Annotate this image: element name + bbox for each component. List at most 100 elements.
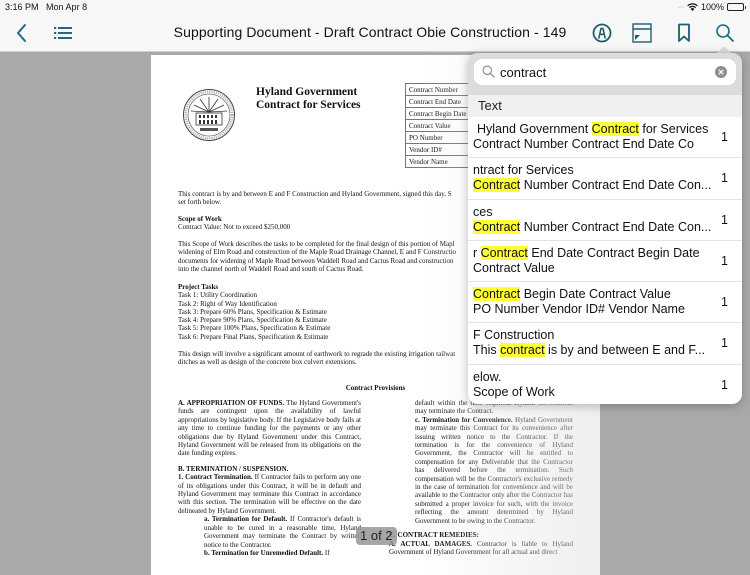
document-title: Supporting Document - Draft Contract Obi… xyxy=(173,24,567,40)
result-snippet-line: Contract Begin Date Contract Value xyxy=(473,287,712,302)
search-popover: Text Hyland Government Contract for Serv… xyxy=(468,53,742,404)
result-page-number: 1 xyxy=(721,253,728,268)
field-row: Contract End Date xyxy=(405,95,476,108)
result-snippet-line: Scope of Work xyxy=(473,385,712,400)
field-label: Contract End Date xyxy=(405,95,476,108)
search-bar xyxy=(468,53,742,95)
close-icon xyxy=(718,69,724,75)
snippet-text: for Services xyxy=(638,122,709,136)
chevron-left-icon xyxy=(17,24,26,42)
result-snippet-line: Contract Number Contract End Date Con... xyxy=(473,178,712,193)
result-snippet-line: Contract Number Contract End Date Co xyxy=(473,137,712,152)
result-snippet-line: ntract for Services xyxy=(473,163,712,178)
result-snippet-line: r Contract End Date Contract Begin Date xyxy=(473,245,712,261)
snippet-text: Number Contract End Date Con... xyxy=(520,178,712,193)
result-page-number: 1 xyxy=(721,336,728,351)
search-field[interactable] xyxy=(474,59,736,85)
pen-circle-icon xyxy=(592,23,612,43)
snippet-text: Begin Date Contract Value xyxy=(520,287,671,302)
document-heading: Hyland Government Contract for Services xyxy=(256,86,361,111)
snippet-text: PO Number Vendor ID# Vendor Name xyxy=(473,302,685,317)
page-layout-button[interactable] xyxy=(630,21,654,45)
result-page-number: 1 xyxy=(721,171,728,186)
field-label: PO Number xyxy=(405,131,476,144)
search-input[interactable] xyxy=(500,64,700,80)
provisions-right-column: default within the time required, Hyland… xyxy=(389,399,573,556)
result-snippet-line: Contract Value xyxy=(473,261,712,276)
snippet-text: This xyxy=(473,343,501,358)
provisions-left-column: A. APPROPRIATION OF FUNDS. The Hyland Go… xyxy=(178,399,362,557)
battery-percent: 100% xyxy=(700,2,724,12)
snippet-text: r xyxy=(473,245,481,260)
status-right: ····· 100% xyxy=(677,2,746,12)
field-row: Contract Begin Date xyxy=(405,107,476,120)
snippet-text: Scope of Work xyxy=(473,384,555,399)
match-highlight: Contract xyxy=(591,122,639,136)
annotate-button[interactable] xyxy=(590,21,614,45)
result-snippet-line: This contract is by and between E and F.… xyxy=(473,343,712,358)
list-icon xyxy=(54,27,72,39)
status-time: 3:16 PM Mon Apr 8 xyxy=(5,2,88,12)
clear-search-button[interactable] xyxy=(715,66,727,78)
field-label: Contract Begin Date xyxy=(405,107,476,120)
result-page-number: 1 xyxy=(721,130,728,144)
field-row: Contract Value xyxy=(405,119,476,132)
field-label: Vendor ID# xyxy=(405,143,476,156)
field-label: Contract Value xyxy=(405,119,476,132)
bookmark-button[interactable] xyxy=(672,21,696,45)
result-page-number: 1 xyxy=(721,295,728,310)
result-page-number: 1 xyxy=(721,377,728,392)
field-row: PO Number xyxy=(405,131,476,144)
search-result-item[interactable]: elow. Scope of Work 1 xyxy=(468,365,742,404)
field-row: Contract Number xyxy=(405,83,476,96)
match-highlight: Contract xyxy=(473,219,521,234)
field-label: Contract Number xyxy=(405,83,476,96)
snippet-text: Contract Number Contract End Date Co xyxy=(473,137,694,151)
match-highlight: contract xyxy=(500,343,545,358)
snippet-text: Number Contract End Date Con... xyxy=(520,219,712,234)
match-highlight: Contract xyxy=(473,287,521,302)
search-results-list: Hyland Government Contract for Services C… xyxy=(468,117,742,404)
table-of-contents-button[interactable] xyxy=(51,21,75,45)
snippet-text: ntract for Services xyxy=(473,163,574,178)
results-section-header: Text xyxy=(468,95,742,117)
search-result-item[interactable]: F Construction This contract is by and be… xyxy=(468,323,742,365)
snippet-text: Contract Value xyxy=(473,260,555,275)
snippet-text: Hyland Government xyxy=(477,122,592,136)
result-snippet-line: F Construction xyxy=(473,328,712,343)
back-button[interactable] xyxy=(10,21,34,45)
search-result-item[interactable]: ces Contract Number Contract End Date Con… xyxy=(468,200,742,241)
result-snippet-line: ces xyxy=(473,205,712,220)
snippet-text: ces xyxy=(473,204,493,219)
snippet-text: elow. xyxy=(473,369,502,384)
battery-icon xyxy=(727,3,746,11)
cell-signal-icon: ····· xyxy=(677,3,685,11)
result-snippet-line: Contract Number Contract End Date Con... xyxy=(473,219,712,235)
result-snippet-line: Hyland Government Contract for Services xyxy=(473,122,712,137)
result-snippet-line: PO Number Vendor ID# Vendor Name xyxy=(473,302,712,317)
wifi-icon xyxy=(687,3,698,11)
result-snippet-line: elow. xyxy=(473,370,712,385)
search-icon xyxy=(482,65,495,78)
page-layout-icon xyxy=(632,23,652,43)
county-seal-logo xyxy=(183,89,235,141)
contract-fields-table: Contract Number Contract End Date Contract… xyxy=(405,83,476,168)
status-bar: 3:16 PM Mon Apr 8 ····· 100% xyxy=(0,0,750,14)
field-row: Vendor ID# xyxy=(405,143,476,156)
snippet-text: F Construction xyxy=(473,328,555,343)
search-button[interactable] xyxy=(713,21,737,45)
field-label: Vendor Name xyxy=(405,155,476,168)
search-result-item[interactable]: ntract for Services Contract Number Contr… xyxy=(468,158,742,200)
navigation-bar: Supporting Document - Draft Contract Obi… xyxy=(0,14,750,52)
search-result-item[interactable]: Hyland Government Contract for Services C… xyxy=(468,117,742,159)
search-result-item[interactable]: r Contract End Date Contract Begin Date C… xyxy=(468,241,742,283)
search-result-item[interactable]: Contract Begin Date Contract Value PO Num… xyxy=(468,282,742,324)
bookmark-icon xyxy=(678,23,690,42)
match-highlight: Contract xyxy=(473,178,521,193)
magnifier-icon xyxy=(716,24,734,42)
snippet-text: is by and between E and F... xyxy=(544,343,706,358)
field-row: Vendor Name xyxy=(405,155,476,168)
match-highlight: Contract xyxy=(480,245,528,260)
result-page-number: 1 xyxy=(721,212,728,227)
snippet-text: End Date Contract Begin Date xyxy=(527,245,700,260)
